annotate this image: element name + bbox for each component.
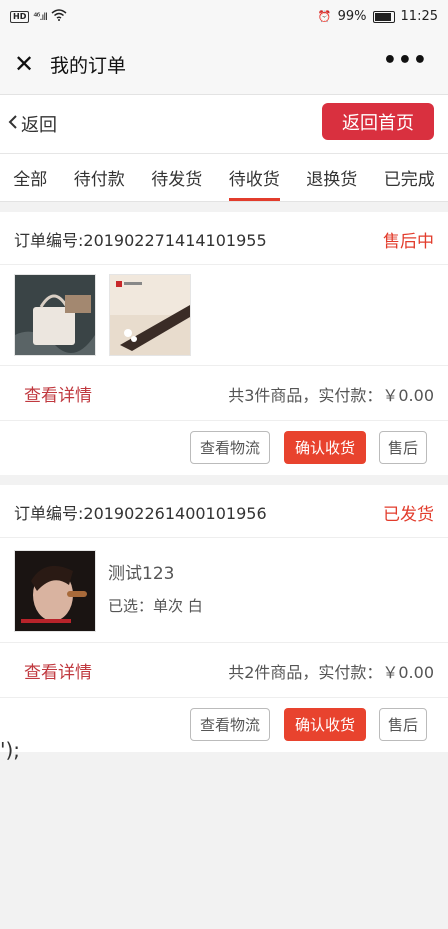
product-name: 测试123 [108,564,175,584]
order-total: 共3件商品，实付款：￥0.00 [228,386,434,405]
battery-percent: 99% [337,9,367,24]
divider [0,202,448,212]
order-actions: 查看物流 确认收货 售后 [0,421,448,475]
confirm-receipt-button[interactable]: 确认收货 [284,431,366,464]
close-icon[interactable]: ✕ [14,50,38,78]
more-options-icon[interactable]: ••• [383,48,428,73]
order-card: 订单编号:201902261400101956 已发货 测试123 已选：单次 … [0,485,448,752]
product-thumbnail[interactable] [14,274,96,356]
order-images[interactable] [0,265,448,366]
view-details-link[interactable]: 查看详情 [24,381,92,406]
alarm-icon: ⏰ [317,10,332,23]
order-card: 订单编号:201902271414101955 售后中 查看详情 共3件商品，实… [0,212,448,475]
product-thumbnail[interactable] [109,274,191,356]
order-status: 已发货 [383,505,434,525]
home-button[interactable]: 返回首页 [322,103,434,140]
order-status: 售后中 [383,232,434,252]
tab-pending-payment[interactable]: 待付款 [74,154,125,201]
order-number: 订单编号:201902261400101956 [14,504,267,523]
title-bar: ✕ 我的订单 ••• [0,36,448,95]
status-right: ⏰ 99% 11:25 [318,9,438,24]
order-product[interactable]: 测试123 已选：单次 白 [0,538,448,643]
after-sale-button[interactable]: 售后 [379,708,427,741]
clock: 11:25 [400,9,438,24]
tab-all[interactable]: 全部 [13,154,47,201]
wifi-icon [51,9,67,25]
product-thumbnail[interactable] [14,550,96,632]
order-total: 共2件商品，实付款：￥0.00 [228,663,434,682]
status-left: HD ⁴⁶.ıll [10,9,67,25]
product-spec: 已选：单次 白 [108,597,203,615]
view-logistics-button[interactable]: 查看物流 [190,708,270,741]
confirm-receipt-button[interactable]: 确认收货 [284,708,366,741]
signal-icon: ⁴⁶.ıll [33,11,47,23]
order-summary: 查看详情 共2件商品，实付款：￥0.00 [0,643,448,698]
order-tabs: 全部 待付款 待发货 待收货 退换货 已完成 [0,154,448,202]
back-label: 返回 [21,115,57,136]
tab-completed[interactable]: 已完成 [384,154,435,201]
order-number: 订单编号:201902271414101955 [14,231,267,250]
order-summary: 查看详情 共3件商品，实付款：￥0.00 [0,366,448,421]
battery-icon [372,10,395,23]
hd-indicator: HD [10,11,30,23]
view-details-link[interactable]: 查看详情 [24,658,92,683]
tab-pending-shipment[interactable]: 待发货 [151,154,202,201]
order-actions: 查看物流 确认收货 售后 [0,698,448,752]
page-title: 我的订单 [50,55,127,77]
view-logistics-button[interactable]: 查看物流 [190,431,270,464]
order-header: 订单编号:201902271414101955 售后中 [0,212,448,265]
tab-returns[interactable]: 退换货 [306,154,357,201]
stray-script-text: '); [0,738,21,762]
tab-pending-receipt[interactable]: 待收货 [228,154,280,201]
divider [0,475,448,485]
back-button[interactable]: 返回 [8,111,57,137]
status-bar: HD ⁴⁶.ıll ⏰ 99% 11:25 [0,0,448,36]
nav-bar: 返回 返回首页 [0,95,448,154]
chevron-left-icon [8,114,18,135]
after-sale-button[interactable]: 售后 [379,431,427,464]
order-header: 订单编号:201902261400101956 已发货 [0,485,448,538]
